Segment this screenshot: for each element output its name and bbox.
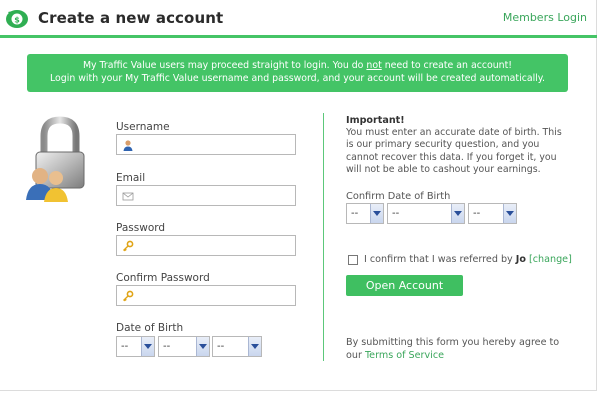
chevron-down-icon [141,337,154,356]
email-label: Email [116,172,146,184]
banner-line-1: My Traffic Value users may proceed strai… [27,59,568,72]
referral-text: I confirm that I was referred by Jo [cha… [364,254,572,265]
header: $ Create a new account Members Login [0,0,597,38]
confirm-dob-day-select[interactable]: -- [387,203,465,224]
dob-label: Date of Birth [116,322,184,334]
terms-text: By submitting this form you hereby agree… [346,336,576,362]
confirm-dob-month-select[interactable]: -- [346,203,384,224]
username-field[interactable] [116,134,296,155]
confirm-month-value: -- [351,208,359,219]
column-divider [323,113,324,361]
confirm-password-label: Confirm Password [116,272,210,284]
dob-day-select[interactable]: -- [158,336,210,357]
chevron-down-icon [196,337,209,356]
dob-year-select[interactable]: -- [212,336,262,357]
confirm-password-field[interactable] [116,285,296,306]
banner-line-2: Login with your My Traffic Value usernam… [49,73,546,84]
key-icon [123,240,134,252]
key-icon [123,290,134,302]
change-referrer-link[interactable]: [change] [529,254,572,265]
password-label: Password [116,222,166,234]
dob-month-value: -- [121,341,129,352]
chevron-down-icon [370,204,383,223]
username-label: Username [116,121,170,133]
important-title: Important! [346,115,405,126]
important-text: You must enter an accurate date of birth… [346,127,562,175]
referral-confirm-checkbox[interactable] [348,255,358,265]
dob-year-value: -- [217,341,225,352]
chevron-down-icon [451,204,464,223]
dob-day-value: -- [163,341,171,352]
password-input[interactable] [137,238,292,253]
confirm-dob-year-select[interactable]: -- [468,203,517,224]
open-account-button[interactable]: Open Account [346,275,463,296]
chevron-down-icon [503,204,516,223]
email-field[interactable] [116,185,296,206]
banner-text-a: My Traffic Value users may proceed strai… [82,60,367,71]
username-input[interactable] [137,137,292,152]
terms-of-service-link[interactable]: Terms of Service [365,350,444,361]
dob-month-select[interactable]: -- [116,336,155,357]
chevron-down-icon [248,337,261,356]
confirm-year-value: -- [473,208,481,219]
info-banner: My Traffic Value users may proceed strai… [27,54,568,92]
password-field[interactable] [116,235,296,256]
referrer-name: Jo [515,254,526,265]
confirm-password-input[interactable] [137,288,292,303]
members-login-link[interactable]: Members Login [503,11,587,24]
confirm-day-value: -- [392,208,400,219]
banner-text-not: not [366,60,382,71]
user-icon [123,140,133,151]
confirm-dob-label: Confirm Date of Birth [346,191,451,202]
piggy-bank-logo-icon: $ [6,10,28,28]
account-panel: $ Create a new account Members Login My … [0,0,597,391]
banner-text-b: need to create an account! [381,60,513,71]
svg-text:$: $ [14,16,20,25]
email-input[interactable] [137,188,292,203]
referral-label: I confirm that I was referred by [364,254,516,265]
envelope-icon [122,192,134,201]
padlock-users-icon [26,116,85,202]
page-title: Create a new account [38,9,224,27]
